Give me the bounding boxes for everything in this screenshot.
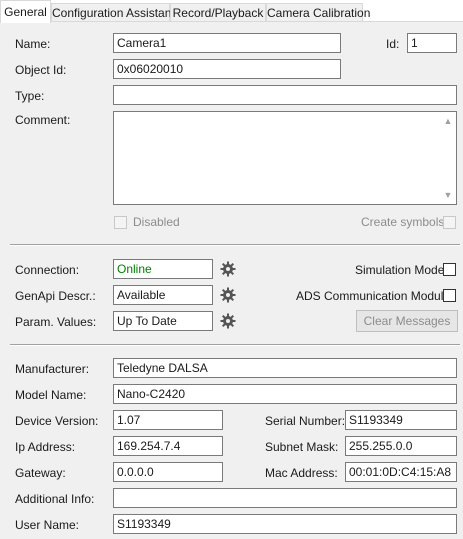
tab-general[interactable]: General [0,0,51,23]
separator-2 [10,344,460,346]
additional-info-label: Additional Info: [15,492,95,506]
model-name-field: Nano-C2420 [113,384,457,404]
additional-info-field [113,488,457,508]
comment-scrollbar[interactable]: ▲ ▼ [440,112,456,204]
subnet-mask-field: 255.255.0.0 [345,436,457,456]
simulation-mode-checkbox[interactable] [443,263,456,276]
tab-bar: General Configuration Assistant Record/P… [0,0,463,23]
clear-messages-button[interactable]: Clear Messages [356,310,458,332]
tab-record-playback[interactable]: Record/Playback [170,3,266,21]
comment-label: Comment: [15,113,71,127]
create-symbols-label: Create symbols [361,215,445,229]
gateway-field: 0.0.0.0 [113,462,223,482]
disabled-label: Disabled [133,215,180,229]
connection-label: Connection: [15,263,80,277]
tab-camera-calibration[interactable]: Camera Calibration [266,3,370,21]
gear-icon[interactable] [220,313,236,329]
user-name-field: S1193349 [113,514,457,534]
connection-field: Online [113,259,213,279]
object-id-field[interactable]: 0x06020010 [113,59,341,79]
serial-number-field: S1193349 [345,410,457,430]
mac-address-label: Mac Address: [265,466,338,480]
param-values-label: Param. Values: [15,315,97,329]
separator-1 [10,244,460,246]
genapi-label: GenApi Descr.: [15,289,96,303]
ip-address-label: Ip Address: [15,440,76,454]
tab-general-label: General [4,5,47,19]
user-name-label: User Name: [15,518,80,532]
tab-configuration-assistant[interactable]: Configuration Assistant [51,3,175,21]
ip-address-field: 169.254.7.4 [113,436,223,456]
object-id-label: Object Id: [15,63,67,77]
gateway-label: Gateway: [15,466,66,480]
device-version-label: Device Version: [15,414,99,428]
param-values-field: Up To Date [113,311,213,331]
ads-module-label: ADS Communication Module [296,289,451,303]
tab-camera-calibration-label: Camera Calibration [267,6,371,20]
name-field[interactable]: Camera1 [113,33,341,53]
type-field[interactable] [113,85,457,105]
simulation-mode-label: Simulation Mode [355,263,445,277]
genapi-field: Available [113,285,213,305]
serial-number-label: Serial Number: [265,414,346,428]
device-version-field: 1.07 [113,410,223,430]
tab-configuration-assistant-label: Configuration Assistant [52,6,175,20]
comment-textarea[interactable]: ▲ ▼ [113,111,457,205]
manufacturer-label: Manufacturer: [15,362,90,376]
id-label: Id: [386,37,400,51]
subnet-mask-label: Subnet Mask: [265,440,339,454]
disabled-checkbox[interactable] [114,216,127,229]
ads-module-checkbox[interactable] [443,289,456,302]
gear-icon[interactable] [220,287,236,303]
model-name-label: Model Name: [15,388,87,402]
tab-record-playback-label: Record/Playback [172,6,264,20]
create-symbols-checkbox[interactable] [443,216,456,229]
manufacturer-field: Teledyne DALSA [113,358,457,378]
scroll-up-arrow-icon[interactable]: ▲ [440,113,456,129]
name-label: Name: [15,37,51,51]
gear-icon[interactable] [220,261,236,277]
id-field[interactable]: 1 [407,33,457,53]
mac-address-field: 00:01:0D:C4:15:A8 [345,462,457,482]
type-label: Type: [15,89,45,103]
scroll-down-arrow-icon[interactable]: ▼ [440,187,456,203]
